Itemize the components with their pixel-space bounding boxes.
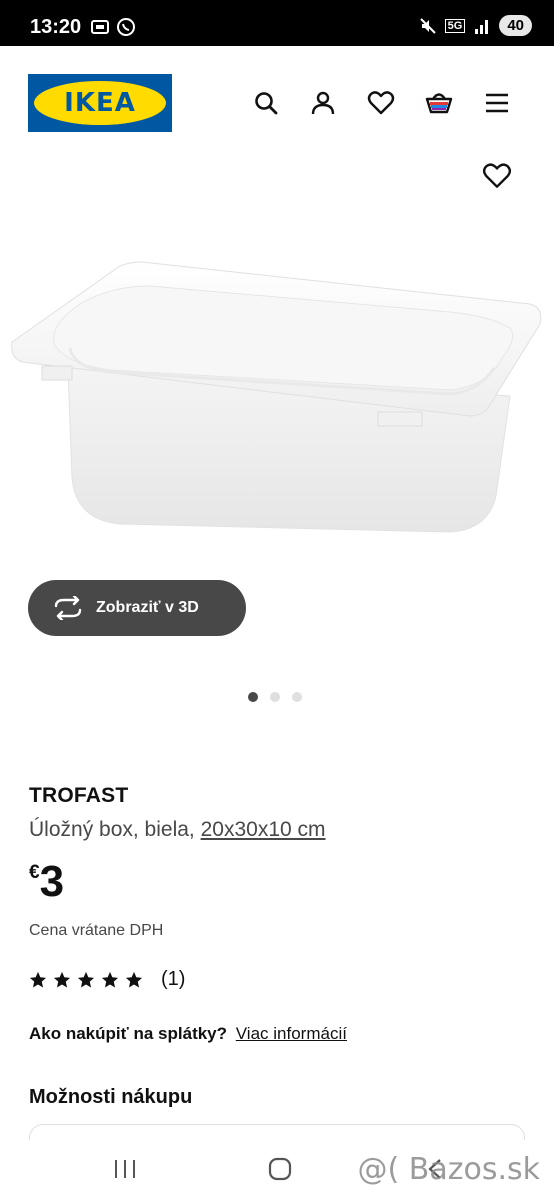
site-header: IKEA [0, 46, 554, 156]
battery-indicator: 40 [499, 15, 532, 36]
rating-count: (1) [161, 968, 186, 990]
rating-stars [29, 971, 143, 989]
system-nav-bar: @( Bazos.sk [0, 1140, 554, 1200]
product-price: € 3 [29, 858, 64, 906]
menu-icon[interactable] [482, 88, 512, 118]
product-rating[interactable]: (1) [29, 968, 185, 991]
add-to-favorites-icon[interactable] [482, 162, 512, 192]
star-icon [53, 971, 71, 988]
installments-question: Ako nakúpiť na splátky? [29, 1024, 228, 1043]
star-icon [125, 971, 143, 988]
network-label: 5G [444, 18, 466, 33]
star-icon [29, 971, 47, 988]
rotate-3d-icon [54, 596, 82, 620]
carousel-dot-1[interactable] [248, 692, 258, 702]
product-description: Úložný box, biela, 20x30x10 cm [29, 818, 326, 842]
purchase-options-title: Možnosti nákupu [29, 1086, 193, 1108]
product-image[interactable] [10, 258, 544, 544]
mute-icon [419, 17, 436, 34]
status-time: 13:20 [30, 16, 82, 38]
view-3d-button[interactable]: Zobraziť v 3D [28, 580, 246, 636]
product-size-link[interactable]: 20x30x10 cm [201, 818, 326, 841]
ikea-logo[interactable]: IKEA [28, 74, 172, 132]
installments-info: Ako nakúpiť na splátky? Viac informácií [29, 1024, 347, 1044]
cart-icon[interactable] [424, 88, 454, 118]
search-icon[interactable] [251, 88, 281, 118]
installments-more-info-link[interactable]: Viac informácií [236, 1024, 347, 1043]
account-icon[interactable] [308, 88, 338, 118]
bazos-watermark: @( Bazos.sk [357, 1152, 540, 1187]
price-value: 3 [39, 857, 65, 906]
carousel-dot-3[interactable] [292, 692, 302, 702]
home-button[interactable] [263, 1154, 297, 1184]
status-notification-icons [90, 17, 136, 37]
view-3d-label: Zobraziť v 3D [96, 599, 199, 616]
product-type: Úložný box, biela, [29, 818, 195, 841]
star-icon [101, 971, 119, 988]
vat-note: Cena vrátane DPH [29, 922, 164, 939]
status-right-icons: 5G 40 [419, 15, 532, 36]
signal-icon [475, 19, 489, 34]
product-name: TROFAST [29, 784, 129, 807]
carousel-dot-2[interactable] [270, 692, 280, 702]
logo-text: IKEA [64, 88, 136, 118]
whatsapp-icon [117, 18, 135, 36]
star-icon [77, 971, 95, 988]
status-bar: 13:20 5G 40 [0, 0, 554, 46]
image-carousel-dots [248, 692, 302, 702]
recent-apps-button[interactable] [108, 1154, 142, 1184]
favorites-icon[interactable] [366, 88, 396, 118]
logo-oval: IKEA [34, 81, 166, 125]
price-currency: € [29, 862, 40, 883]
screenshot-icon [91, 20, 109, 34]
